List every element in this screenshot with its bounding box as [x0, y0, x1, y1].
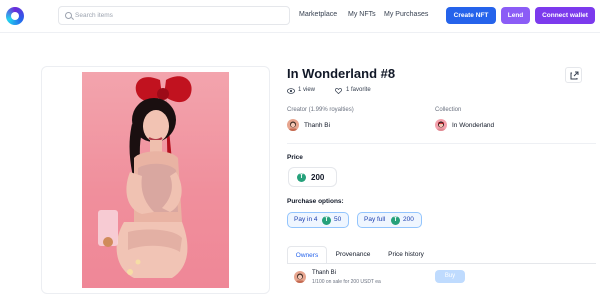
tether-icon: T [297, 173, 306, 182]
nav-marketplace[interactable]: Marketplace [299, 11, 337, 18]
pay-full-label: Pay full [364, 216, 386, 223]
favorites-count: 1 favorite [346, 87, 371, 93]
nft-artwork-image[interactable] [82, 72, 229, 288]
pay-full-value: 200 [403, 216, 414, 223]
pay-in-4-label: Pay in 4 [294, 216, 318, 223]
search-box[interactable] [58, 6, 290, 25]
creator-label: Creator (1.99% royalties) [287, 107, 354, 113]
heart-icon [335, 88, 342, 94]
creator-avatar [287, 119, 299, 131]
purchase-options-label: Purchase options: [287, 198, 344, 205]
tab-provenance[interactable]: Provenance [333, 246, 373, 263]
nft-image-card [41, 66, 270, 294]
nav-my-nfts[interactable]: My NFTs [348, 11, 376, 18]
owner-avatar[interactable] [294, 271, 306, 283]
nav-my-purchases[interactable]: My Purchases [384, 11, 428, 18]
top-navbar: Marketplace My NFTs My Purchases Create … [0, 0, 600, 33]
divider [287, 143, 596, 144]
connect-wallet-button[interactable]: Connect wallet [535, 7, 595, 24]
collection-name: In Wonderland [452, 122, 495, 129]
owner-name[interactable]: Thanh Bi [312, 270, 336, 276]
tab-owners[interactable]: Owners [287, 246, 327, 263]
tab-price-history[interactable]: Price history [383, 246, 429, 263]
search-icon [65, 12, 72, 19]
logo-icon [6, 7, 24, 25]
lend-button[interactable]: Lend [501, 7, 530, 24]
price-display: T 200 [288, 167, 337, 187]
pay-in-4-value: 50 [334, 216, 342, 223]
pay-full-button[interactable]: Pay full T 200 [357, 212, 422, 228]
pay-in-4-button[interactable]: Pay in 4 T 50 [287, 212, 349, 228]
owner-sale-detail: 1/100 on sale for 200 USDT ea [312, 279, 381, 285]
price-value: 200 [311, 173, 325, 182]
external-link-icon [570, 71, 579, 80]
artwork-illustration [98, 76, 192, 278]
tether-icon: T [322, 216, 331, 225]
eye-icon [287, 88, 295, 94]
collection-avatar [435, 119, 447, 131]
collection-label: Collection [435, 107, 462, 113]
price-label: Price [287, 154, 303, 161]
tabs-underline [287, 263, 596, 264]
creator-name: Thanh Bi [304, 122, 331, 129]
search-input[interactable] [75, 8, 285, 23]
nft-title: In Wonderland #8 [287, 66, 396, 81]
share-button[interactable] [565, 67, 582, 83]
tether-icon: T [391, 216, 400, 225]
create-nft-button[interactable]: Create NFT [446, 7, 496, 24]
views-count: 1 view [298, 87, 316, 93]
buy-button[interactable]: Buy [435, 270, 465, 283]
